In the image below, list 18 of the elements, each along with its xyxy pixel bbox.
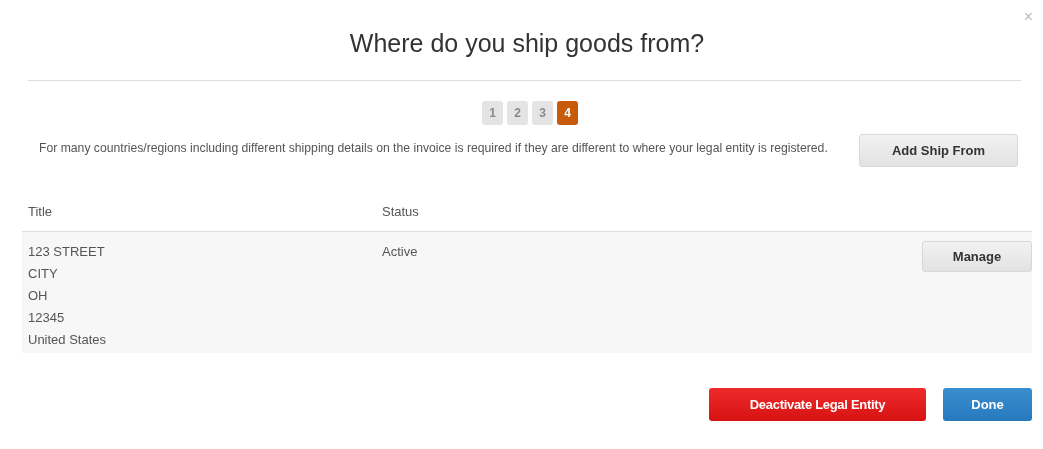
column-header: Title [28, 204, 54, 219]
address-line: 12345 [28, 309, 66, 327]
deactivate-button[interactable]: Deactivate Legal Entity [709, 388, 926, 421]
step-indicator: 1 [482, 101, 503, 125]
manage-button[interactable]: Manage [922, 241, 1032, 272]
address-line: CITY [28, 265, 59, 283]
address-line: United States [28, 331, 108, 349]
status-text: Active [382, 244, 418, 259]
add-ship-from-button[interactable]: Add Ship From [859, 134, 1018, 167]
column-header: Status [382, 204, 420, 219]
dialog-title: Where do you ship goods from? [349, 28, 705, 58]
address-line: 123 STREET [28, 243, 106, 261]
address-line: OH [28, 287, 49, 305]
done-button[interactable]: Done [943, 388, 1032, 421]
step-indicator: 3 [532, 101, 553, 125]
step-indicator: 4 [557, 101, 578, 125]
description-text: For many countries/regions including different shipping details on the invoice is required if they are different to where your legal entity is registered. [39, 140, 829, 157]
step-indicator: 2 [507, 101, 528, 125]
